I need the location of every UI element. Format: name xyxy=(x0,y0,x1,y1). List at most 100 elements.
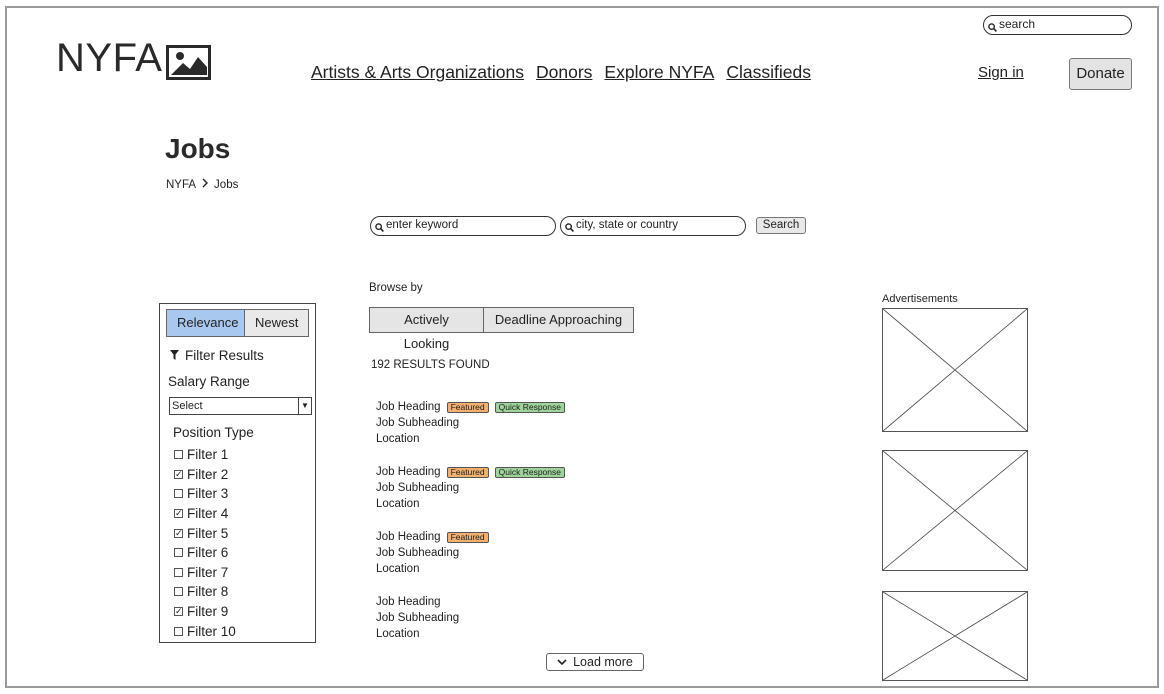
checkbox-checked[interactable]: ✓ xyxy=(174,509,183,519)
ad-placeholder-image[interactable] xyxy=(882,308,1028,432)
image-icon xyxy=(166,45,211,80)
main-nav: Artists & Arts Organizations Donors Expl… xyxy=(311,62,811,83)
job-heading[interactable]: Job Heading xyxy=(376,529,441,545)
browse-by-label: Browse by xyxy=(369,282,423,294)
filter-option-label: Filter 10 xyxy=(187,623,236,639)
quick-response-badge: Quick Response xyxy=(494,466,565,478)
location-placeholder: city, state or country xyxy=(576,219,679,231)
keyword-search-input[interactable]: enter keyword xyxy=(370,216,556,236)
location-search-input[interactable]: city, state or country xyxy=(560,216,746,236)
quick-response-badge: Quick Response xyxy=(494,401,565,413)
job-subheading: Job Subheading xyxy=(376,547,460,560)
filter-option-label: Filter 6 xyxy=(187,545,229,561)
filter-option[interactable]: ✓ Filter 9 xyxy=(174,602,236,622)
browse-toggle: Actively Looking Deadline Approaching xyxy=(369,307,634,351)
job-listing[interactable]: Job Heading Featured Quick Response Job … xyxy=(376,399,565,448)
position-type-label: Position Type xyxy=(173,425,254,440)
filter-option[interactable]: ✓ Filter 4 xyxy=(174,504,236,524)
filter-option-label: Filter 5 xyxy=(187,525,229,541)
job-location: Location xyxy=(376,563,420,576)
search-icon xyxy=(988,20,997,37)
filter-option-label: Filter 4 xyxy=(187,506,229,522)
browse-deadline-approaching-button[interactable]: Deadline Approaching xyxy=(484,308,633,332)
page-title: Jobs xyxy=(165,133,231,164)
filter-icon xyxy=(170,348,179,363)
checkbox-unchecked[interactable] xyxy=(174,587,183,597)
search-icon xyxy=(565,221,574,238)
filter-option[interactable]: Filter 1 xyxy=(174,445,236,465)
job-listing[interactable]: Job Heading Featured Job Subheading Loca… xyxy=(376,529,489,578)
ad-placeholder-image[interactable] xyxy=(882,591,1028,681)
job-location: Location xyxy=(376,628,420,641)
load-more-button[interactable]: Load more xyxy=(546,653,644,671)
nav-classifieds[interactable]: Classifieds xyxy=(726,62,811,83)
search-icon xyxy=(375,221,384,238)
job-subheading: Job Subheading xyxy=(376,482,460,495)
salary-range-select[interactable]: Select ▼ xyxy=(169,397,312,415)
load-more-label: Load more xyxy=(573,654,633,669)
filter-option-label: Filter 1 xyxy=(187,447,229,463)
search-button[interactable]: Search xyxy=(756,217,806,234)
job-listing[interactable]: Job Heading Featured Quick Response Job … xyxy=(376,464,565,513)
nav-artists[interactable]: Artists & Arts Organizations xyxy=(311,62,524,83)
job-subheading: Job Subheading xyxy=(376,612,460,625)
checkbox-checked[interactable]: ✓ xyxy=(174,528,183,538)
sort-newest-button[interactable]: Newest xyxy=(245,310,308,336)
featured-badge: Featured xyxy=(446,466,489,478)
position-type-filters: Filter 1 ✓ Filter 2 Filter 3 ✓ Filter 4 ✓ F… xyxy=(174,445,236,641)
filter-option[interactable]: Filter 8 xyxy=(174,582,236,602)
filter-option-label: Filter 3 xyxy=(187,486,229,502)
job-listing[interactable]: Job Heading Job Subheading Location xyxy=(376,594,459,643)
filter-option-label: Filter 8 xyxy=(187,584,229,600)
ad-placeholder-image[interactable] xyxy=(882,450,1028,571)
site-search-placeholder: search xyxy=(999,17,1036,31)
filter-results-heading[interactable]: Filter Results xyxy=(170,348,264,363)
breadcrumb: NYFA Jobs xyxy=(166,178,238,191)
checkbox-checked[interactable]: ✓ xyxy=(174,607,183,617)
salary-range-label: Salary Range xyxy=(168,374,250,389)
browse-actively-looking-button[interactable]: Actively Looking xyxy=(370,308,484,351)
chevron-down-icon xyxy=(557,655,567,670)
site-search-input[interactable]: search xyxy=(983,15,1132,35)
keyword-placeholder: enter keyword xyxy=(386,219,459,231)
results-count: 192 RESULTS FOUND xyxy=(371,359,490,371)
nav-donors[interactable]: Donors xyxy=(536,62,592,83)
breadcrumb-home[interactable]: NYFA xyxy=(166,179,196,191)
filter-option[interactable]: Filter 10 xyxy=(174,621,236,641)
job-heading[interactable]: Job Heading xyxy=(376,594,441,610)
featured-badge: Featured xyxy=(446,401,489,413)
checkbox-checked[interactable]: ✓ xyxy=(174,469,183,479)
advertisements-label: Advertisements xyxy=(882,293,958,305)
featured-badge: Featured xyxy=(446,531,489,543)
sign-in-link[interactable]: Sign in xyxy=(978,64,1024,81)
job-subheading: Job Subheading xyxy=(376,417,460,430)
checkbox-unchecked[interactable] xyxy=(174,626,183,636)
site-logo-text[interactable]: NYFA xyxy=(56,36,162,81)
filter-panel: Relevance Newest Filter Results Salary R… xyxy=(159,303,316,643)
checkbox-unchecked[interactable] xyxy=(174,450,183,460)
nav-explore[interactable]: Explore NYFA xyxy=(604,62,714,83)
filter-option[interactable]: Filter 7 xyxy=(174,563,236,583)
chevron-right-icon xyxy=(201,178,209,191)
checkbox-unchecked[interactable] xyxy=(174,548,183,558)
job-heading[interactable]: Job Heading xyxy=(376,464,441,480)
filter-option-label: Filter 2 xyxy=(187,466,229,482)
filter-option-label: Filter 7 xyxy=(187,564,229,580)
sort-toggle: Relevance Newest xyxy=(166,309,309,337)
filter-option[interactable]: Filter 6 xyxy=(174,543,236,563)
filter-option[interactable]: ✓ Filter 5 xyxy=(174,523,236,543)
job-location: Location xyxy=(376,433,420,446)
checkbox-unchecked[interactable] xyxy=(174,567,183,577)
filter-option-label: Filter 9 xyxy=(187,604,229,620)
donate-button[interactable]: Donate xyxy=(1069,58,1132,90)
breadcrumb-current: Jobs xyxy=(214,178,239,191)
job-location: Location xyxy=(376,498,420,511)
sort-relevance-button[interactable]: Relevance xyxy=(167,310,245,336)
chevron-down-icon: ▼ xyxy=(298,398,311,414)
filter-option[interactable]: Filter 3 xyxy=(174,484,236,504)
filter-results-label: Filter Results xyxy=(185,348,264,363)
filter-option[interactable]: ✓ Filter 2 xyxy=(174,465,236,485)
checkbox-unchecked[interactable] xyxy=(174,489,183,499)
salary-range-value: Select xyxy=(172,400,203,412)
job-heading[interactable]: Job Heading xyxy=(376,399,441,415)
